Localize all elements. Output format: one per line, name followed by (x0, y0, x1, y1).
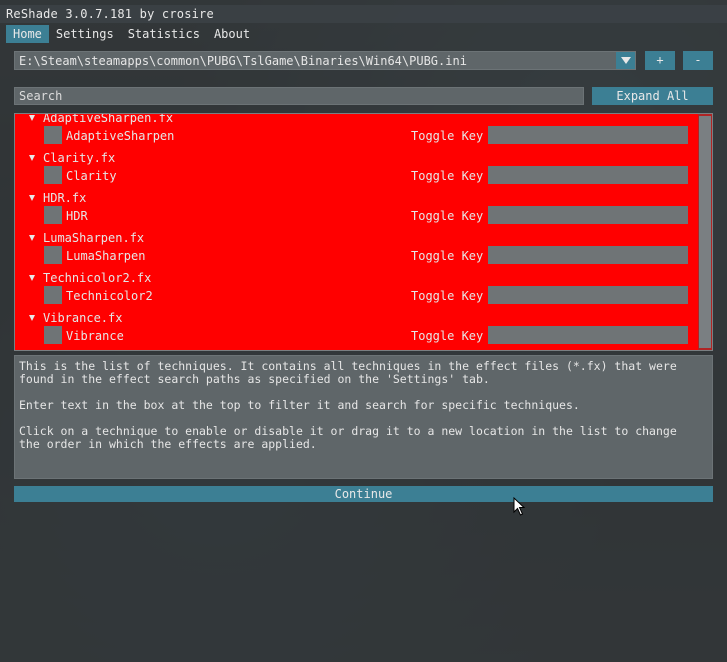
preset-path-select[interactable]: E:\Steam\steamapps\common\PUBG\TslGame\B… (14, 51, 636, 70)
effect-file-name: Technicolor2.fx (43, 271, 152, 285)
search-input[interactable]: Search (14, 87, 584, 105)
continue-button[interactable]: Continue (14, 486, 713, 502)
technique-group: LumaSharpen.fx LumaSharpen Toggle Key (15, 232, 699, 272)
technique-row[interactable]: Clarity Toggle Key (15, 165, 699, 185)
collapse-arrow-icon[interactable] (29, 115, 35, 121)
effect-file-header[interactable]: HDR.fx (29, 192, 86, 206)
technique-enable-checkbox[interactable] (44, 326, 62, 344)
help-description: This is the list of techniques. It conta… (14, 355, 713, 479)
technique-row[interactable]: HDR Toggle Key (15, 205, 699, 225)
collapse-arrow-icon[interactable] (29, 155, 35, 161)
technique-enable-checkbox[interactable] (44, 206, 62, 224)
window-title: ReShade 3.0.7.181 by crosire (6, 7, 214, 21)
reshade-window: ReShade 3.0.7.181 by crosire Home Settin… (0, 0, 727, 662)
toggle-key-label: Toggle Key (411, 209, 484, 223)
technique-enable-checkbox[interactable] (44, 166, 62, 184)
menu-bar: Home Settings Statistics About (6, 25, 257, 43)
technique-name: HDR (66, 209, 88, 223)
effect-file-name: Vibrance.fx (43, 311, 123, 325)
effect-file-name: AdaptiveSharpen.fx (43, 113, 174, 125)
toggle-key-input[interactable] (488, 246, 688, 264)
toggle-key-input[interactable] (488, 166, 688, 184)
tab-home[interactable]: Home (6, 25, 49, 43)
technique-name: AdaptiveSharpen (66, 129, 175, 143)
technique-row[interactable]: LumaSharpen Toggle Key (15, 245, 699, 265)
toggle-key-label: Toggle Key (411, 289, 484, 303)
mouse-cursor-icon (513, 497, 526, 516)
effect-file-name: Clarity.fx (43, 151, 116, 165)
tab-statistics[interactable]: Statistics (121, 25, 207, 43)
toggle-key-input[interactable] (488, 286, 688, 304)
search-placeholder: Search (19, 89, 63, 103)
toggle-key-label: Toggle Key (411, 249, 484, 263)
toggle-key-input[interactable] (488, 206, 688, 224)
effect-file-header[interactable]: Clarity.fx (29, 152, 115, 166)
technique-group: AdaptiveSharpen.fx AdaptiveSharpen Toggle … (15, 113, 699, 152)
technique-name: Technicolor2 (66, 289, 153, 303)
preset-path-value: E:\Steam\steamapps\common\PUBG\TslGame\B… (19, 54, 467, 68)
technique-row[interactable]: Vibrance Toggle Key (15, 325, 699, 345)
technique-group: Vibrance.fx Vibrance Toggle Key (15, 312, 699, 350)
collapse-arrow-icon[interactable] (29, 235, 35, 241)
list-scrollbar[interactable] (698, 114, 712, 350)
title-bar[interactable]: ReShade 3.0.7.181 by crosire (0, 5, 727, 23)
technique-list: AdaptiveSharpen.fx AdaptiveSharpen Toggle … (14, 113, 713, 351)
technique-row[interactable]: AdaptiveSharpen Toggle Key (15, 125, 699, 145)
chevron-down-icon[interactable] (616, 52, 635, 69)
technique-enable-checkbox[interactable] (44, 126, 62, 144)
toggle-key-label: Toggle Key (411, 169, 484, 183)
technique-enable-checkbox[interactable] (44, 286, 62, 304)
technique-enable-checkbox[interactable] (44, 246, 62, 264)
technique-row[interactable]: Technicolor2 Toggle Key (15, 285, 699, 305)
toggle-key-label: Toggle Key (411, 129, 484, 143)
effect-file-name: HDR.fx (43, 191, 87, 205)
technique-group: Technicolor2.fx Technicolor2 Toggle Key (15, 272, 699, 312)
tab-settings[interactable]: Settings (49, 25, 121, 43)
expand-all-button[interactable]: Expand All (592, 87, 713, 105)
toggle-key-label: Toggle Key (411, 329, 484, 343)
effect-file-name: LumaSharpen.fx (43, 231, 145, 245)
technique-name: Vibrance (66, 329, 124, 343)
effect-file-header[interactable]: Technicolor2.fx (29, 272, 151, 286)
toggle-key-input[interactable] (488, 126, 688, 144)
effect-file-header[interactable]: Vibrance.fx (29, 312, 122, 326)
collapse-arrow-icon[interactable] (29, 195, 35, 201)
technique-name: LumaSharpen (66, 249, 146, 263)
toggle-key-input[interactable] (488, 326, 688, 344)
effect-file-header[interactable]: LumaSharpen.fx (29, 232, 144, 246)
technique-group: Clarity.fx Clarity Toggle Key (15, 152, 699, 192)
tab-about[interactable]: About (207, 25, 257, 43)
technique-group: HDR.fx HDR Toggle Key (15, 192, 699, 232)
collapse-arrow-icon[interactable] (29, 315, 35, 321)
technique-name: Clarity (66, 169, 117, 183)
add-preset-button[interactable]: + (645, 51, 675, 70)
collapse-arrow-icon[interactable] (29, 275, 35, 281)
remove-preset-button[interactable]: - (683, 51, 713, 70)
scrollbar-thumb[interactable] (699, 116, 711, 348)
